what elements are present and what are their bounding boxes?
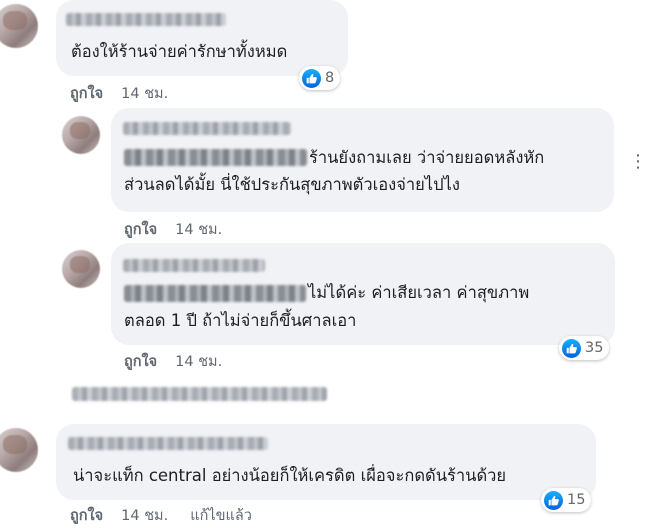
avatar[interactable]	[62, 250, 100, 288]
comment-actions: ถูกใจ 14 ชม.	[124, 218, 222, 241]
comment-text: น่าจะแท็ก central อย่างน้อยก็ให้เครดิต เ…	[73, 466, 507, 485]
comment-text: ตลอด 1 ปี ถ้าไม่จ่ายก็ขึ้นศาลเอา	[124, 311, 357, 330]
comment-text: ร้านยังถามเลย ว่าจ่ายยอดหลังหัก	[309, 148, 545, 167]
comment-bubble: ต้องให้ร้านจ่ายค่ารักษาทั้งหมด	[56, 0, 348, 76]
avatar[interactable]	[62, 116, 100, 154]
reaction-count: 15	[567, 492, 586, 508]
like-button[interactable]: ถูกใจ	[70, 508, 103, 524]
like-button[interactable]: ถูกใจ	[124, 222, 157, 238]
comment-bubble: ไม่ได้ค่ะ ค่าเสียเวลา ค่าสุขภาพ ตลอด 1 ป…	[111, 243, 615, 345]
comment-actions: ถูกใจ 14 ชม. แก้ไขแล้ว	[70, 504, 252, 527]
comment-actions: ถูกใจ 14 ชม.	[70, 82, 168, 105]
reaction-badge[interactable]: 15	[541, 488, 592, 512]
timestamp[interactable]: 14 ชม.	[121, 508, 168, 524]
edited-label[interactable]: แก้ไขแล้ว	[190, 508, 252, 524]
comment-text: ไม่ได้ค่ะ ค่าเสียเวลา ค่าสุขภาพ	[308, 283, 530, 302]
avatar[interactable]	[0, 4, 38, 48]
like-icon	[544, 490, 563, 510]
commenter-name-redacted[interactable]	[68, 437, 268, 450]
avatar[interactable]	[0, 428, 38, 472]
timestamp[interactable]: 14 ชม.	[175, 222, 222, 238]
view-more-replies-redacted[interactable]	[72, 387, 327, 401]
comment-bubble: น่าจะแท็ก central อย่างน้อยก็ให้เครดิต เ…	[56, 424, 596, 500]
reaction-badge[interactable]: 8	[299, 66, 341, 90]
like-button[interactable]: ถูกใจ	[70, 86, 103, 102]
reaction-count: 8	[325, 70, 335, 86]
more-options-icon[interactable]: ⋮	[628, 150, 648, 174]
comment-text: ส่วนลดได้มั้ย นี่ใช้ประกันสุขภาพตัวเองจ่…	[124, 175, 460, 194]
commenter-name-redacted[interactable]	[66, 13, 226, 26]
commenter-name-redacted[interactable]	[123, 259, 265, 272]
reaction-count: 35	[585, 340, 604, 356]
timestamp[interactable]: 14 ชม.	[121, 86, 168, 102]
comment-text: ต้องให้ร้านจ่ายค่ารักษาทั้งหมด	[71, 42, 288, 61]
comment-actions: ถูกใจ 14 ชม.	[124, 350, 222, 373]
comment-bubble: ร้านยังถามเลย ว่าจ่ายยอดหลังหัก ส่วนลดได…	[111, 108, 614, 212]
reaction-badge[interactable]: 35	[559, 336, 610, 360]
tagged-name-redacted[interactable]	[124, 285, 306, 302]
commenter-name-redacted[interactable]	[123, 122, 291, 135]
timestamp[interactable]: 14 ชม.	[175, 354, 222, 370]
like-button[interactable]: ถูกใจ	[124, 354, 157, 370]
like-icon	[562, 338, 581, 358]
tagged-name-redacted[interactable]	[124, 149, 307, 166]
like-icon	[302, 68, 321, 88]
